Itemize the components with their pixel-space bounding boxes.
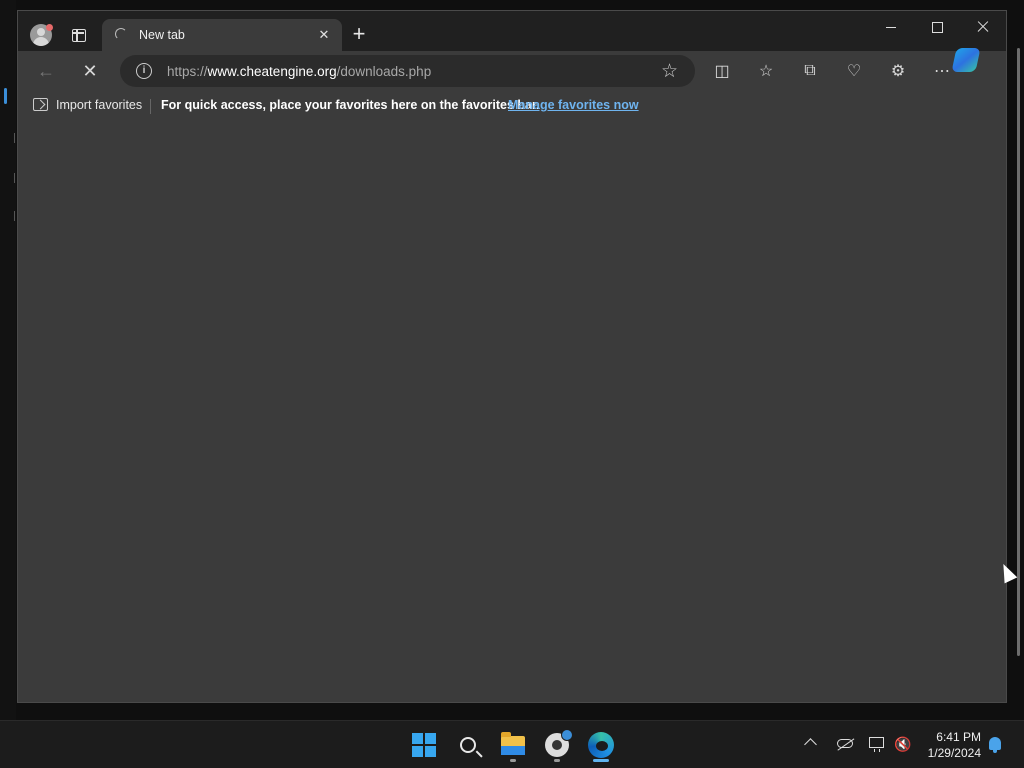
url-scheme: https:// <box>167 64 208 79</box>
extensions-icon[interactable]: ⚙ <box>884 59 912 83</box>
url-path: /downloads.php <box>336 64 432 79</box>
onedrive-icon[interactable] <box>837 739 853 748</box>
app-badge-icon <box>561 729 573 741</box>
tab-close-icon[interactable]: ✕ <box>316 27 332 43</box>
favorites-bar-hint: For quick access, place your favorites h… <box>161 98 540 112</box>
new-tab-plus-icon[interactable]: + <box>348 23 370 46</box>
back-arrow-icon[interactable]: ← <box>32 59 60 83</box>
tab-strip: New tab ✕ + <box>18 11 1006 51</box>
favorites-icon[interactable]: ☆ <box>752 59 780 83</box>
loading-spinner-icon <box>115 28 127 40</box>
url-host: www.cheatengine.org <box>207 64 337 79</box>
manage-favorites-link[interactable]: Manage favorites now <box>508 98 639 112</box>
favorite-star-icon[interactable]: ☆ <box>661 60 678 83</box>
active-app-indicator <box>593 759 609 762</box>
minimize-icon[interactable] <box>868 11 914 43</box>
edge-browser-window: New tab ✕ + ← ✕ i https://www.cheatengin… <box>17 10 1007 703</box>
settings-app-icon[interactable] <box>541 729 573 761</box>
background-window-accent <box>4 88 7 104</box>
import-favorites-button[interactable]: Import favorites <box>56 98 142 112</box>
stop-loading-icon[interactable]: ✕ <box>76 59 104 83</box>
more-menu-icon[interactable]: ⋯ <box>928 59 956 83</box>
tab-actions-icon[interactable] <box>72 29 86 42</box>
clock-date[interactable]: 1/29/2024 <box>928 746 981 760</box>
background-window-edge <box>0 0 16 720</box>
url-text[interactable]: https://www.cheatengine.org/downloads.ph… <box>167 64 431 79</box>
browser-essentials-icon[interactable]: ♡ <box>840 59 868 83</box>
background-scrollbar[interactable] <box>1017 48 1020 656</box>
volume-muted-icon[interactable]: 🔇 <box>894 736 911 753</box>
close-icon[interactable] <box>960 11 1006 43</box>
network-icon[interactable] <box>869 737 884 752</box>
collections-icon[interactable]: ⧉ <box>796 59 824 83</box>
favorites-bar: Import favorites For quick access, place… <box>18 91 1006 121</box>
tab-new-tab[interactable]: New tab ✕ <box>102 19 342 51</box>
site-info-icon[interactable]: i <box>136 63 152 79</box>
profile-notification-dot <box>46 24 53 31</box>
page-content-area[interactable] <box>18 121 1006 702</box>
file-explorer-icon[interactable] <box>497 729 529 761</box>
maximize-icon[interactable] <box>914 11 960 43</box>
search-icon[interactable] <box>452 729 484 761</box>
tab-title: New tab <box>139 28 185 42</box>
clock-time[interactable]: 6:41 PM <box>936 730 981 744</box>
address-bar[interactable]: i https://www.cheatengine.org/downloads.… <box>120 55 695 87</box>
import-favorites-icon[interactable] <box>33 98 48 111</box>
running-indicator <box>554 759 560 762</box>
edge-browser-icon[interactable] <box>585 729 617 761</box>
favorites-divider <box>150 99 151 114</box>
split-screen-icon[interactable]: ◫ <box>708 59 736 83</box>
running-indicator <box>510 759 516 762</box>
start-windows-icon[interactable] <box>408 729 440 761</box>
notification-bell-icon[interactable] <box>989 737 1001 753</box>
navigation-toolbar: ← ✕ i https://www.cheatengine.org/downlo… <box>18 51 1006 91</box>
